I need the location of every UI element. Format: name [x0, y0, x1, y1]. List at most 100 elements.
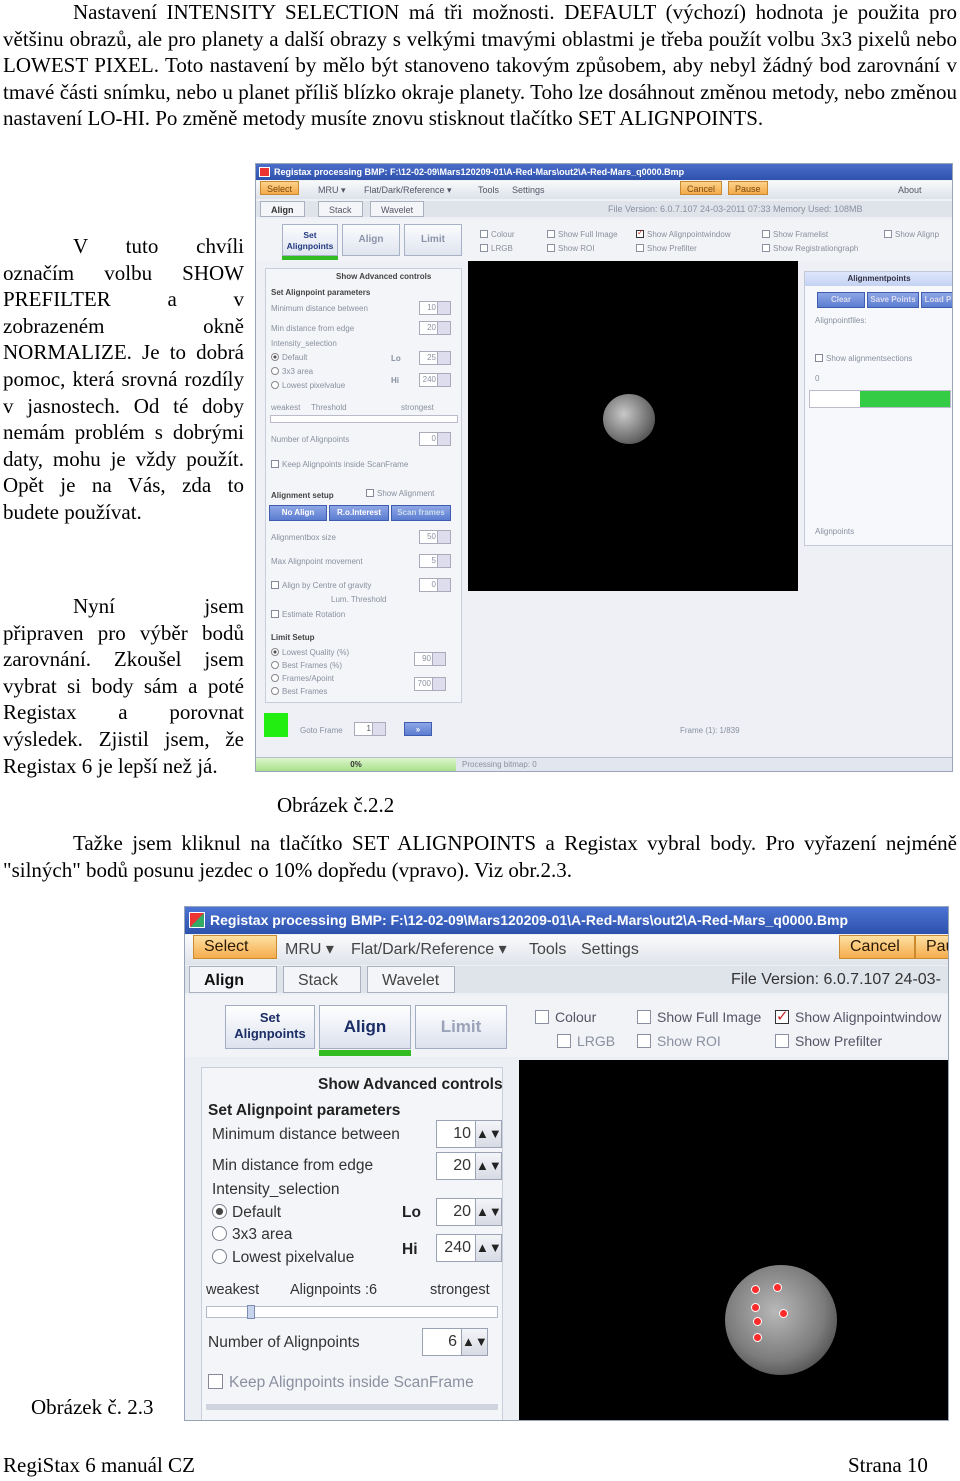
default-radio[interactable]: Default: [271, 353, 307, 362]
pause-button[interactable]: Pau: [915, 935, 948, 959]
tools-menu[interactable]: Tools: [478, 181, 499, 199]
lowest-pixelvalue-radio[interactable]: Lowest pixelvalue: [212, 1249, 354, 1267]
stepper-arrows-icon[interactable]: ▲▼: [461, 1329, 488, 1355]
cancel-button[interactable]: Cancel: [839, 935, 915, 959]
flat-dark-reference-menu[interactable]: Flat/Dark/Reference ▾: [364, 181, 452, 199]
show-prefilter-checkbox[interactable]: Show Prefilter: [775, 1033, 882, 1049]
alignpoint-list[interactable]: [809, 390, 951, 408]
lo-stepper[interactable]: 25: [419, 351, 451, 365]
show-full-image-checkbox[interactable]: Show Full Image: [547, 230, 618, 239]
lo-stepper[interactable]: 20 ▲▼: [436, 1198, 502, 1226]
pause-button[interactable]: Pause: [728, 181, 768, 195]
set-alignpoints-button[interactable]: Set Alignpoints: [225, 1005, 315, 1049]
cancel-button[interactable]: Cancel: [680, 181, 723, 195]
select-button[interactable]: Select: [260, 181, 300, 195]
alignmentbox-size-stepper[interactable]: 50: [419, 530, 451, 544]
alignpoint-marker[interactable]: [753, 1333, 762, 1342]
scan-frames-button[interactable]: Scan frames: [391, 505, 451, 521]
no-align-button[interactable]: No Align: [269, 505, 327, 521]
show-alignment-checkbox[interactable]: Show Alignp: [884, 230, 939, 239]
show-alignpointwindow-checkbox[interactable]: Show Alignpointwindow: [636, 230, 731, 239]
load-points-button[interactable]: Load P: [921, 292, 952, 308]
minimum-distance-stepper[interactable]: 10: [419, 301, 451, 315]
lrgb-checkbox[interactable]: LRGB: [480, 244, 513, 253]
lrgb-checkbox[interactable]: LRGB: [557, 1033, 615, 1049]
limit-button[interactable]: Limit: [415, 1005, 507, 1049]
keep-alignpoints-checkbox[interactable]: Keep Alignpoints inside ScanFrame: [271, 460, 408, 469]
3x3-area-radio[interactable]: 3x3 area: [212, 1226, 292, 1244]
colour-checkbox[interactable]: Colour: [535, 1009, 596, 1025]
alignpoint-marker[interactable]: [773, 1283, 782, 1292]
limit-button[interactable]: Limit: [404, 224, 462, 256]
show-framelist-checkbox[interactable]: Show Framelist: [762, 230, 828, 239]
show-advanced-controls[interactable]: Show Advanced controls: [318, 1076, 503, 1094]
colour-checkbox[interactable]: Colour: [480, 230, 515, 239]
stepper-arrows-icon[interactable]: ▲▼: [475, 1199, 502, 1225]
region-of-interest-button[interactable]: R.o.Interest: [329, 505, 389, 521]
alignpoint-marker[interactable]: [751, 1303, 760, 1312]
save-points-button[interactable]: Save Points: [867, 292, 919, 308]
show-roi-checkbox[interactable]: Show ROI: [547, 244, 594, 253]
show-prefilter-checkbox[interactable]: Show Prefilter: [636, 244, 697, 253]
goto-frame-button[interactable]: »: [404, 722, 432, 736]
image-preview[interactable]: [468, 261, 798, 591]
alignpoint-marker[interactable]: [751, 1285, 760, 1294]
default-radio[interactable]: Default: [212, 1204, 281, 1222]
3x3-area-radio[interactable]: 3x3 area: [271, 367, 313, 376]
tab-wavelet[interactable]: Wavelet: [367, 966, 455, 993]
alignpoint-marker[interactable]: [779, 1309, 788, 1318]
lowest-quality-stepper[interactable]: 90: [414, 652, 446, 666]
show-full-image-checkbox[interactable]: Show Full Image: [637, 1009, 761, 1025]
stepper-arrows-icon[interactable]: ▲▼: [475, 1121, 502, 1147]
tab-align[interactable]: Align: [189, 966, 277, 993]
alignpoint-marker[interactable]: [753, 1317, 762, 1326]
tab-wavelet[interactable]: Wavelet: [370, 201, 425, 217]
image-preview[interactable]: [519, 1060, 948, 1420]
tab-align[interactable]: Align: [260, 201, 305, 217]
number-of-alignpoints-stepper[interactable]: 0: [419, 432, 451, 446]
frames-per-apoint-radio[interactable]: Frames/Apoint: [271, 674, 334, 683]
tools-menu[interactable]: Tools: [529, 935, 566, 965]
clear-button[interactable]: Clear: [817, 292, 865, 308]
flat-dark-reference-menu[interactable]: Flat/Dark/Reference ▾: [351, 935, 507, 965]
goto-frame-stepper[interactable]: 1: [354, 722, 386, 736]
show-alignpointwindow-checkbox[interactable]: Show Alignpointwindow: [775, 1007, 941, 1025]
keep-alignpoints-checkbox[interactable]: Keep Alignpoints inside ScanFrame: [208, 1374, 474, 1392]
stepper-arrows-icon[interactable]: ▲▼: [475, 1235, 502, 1261]
mru-menu[interactable]: MRU ▾: [318, 181, 346, 199]
about-menu[interactable]: About: [898, 181, 922, 199]
lowest-quality-radio[interactable]: Lowest Quality (%): [271, 648, 349, 657]
centre-of-gravity-checkbox[interactable]: Align by Centre of gravity: [271, 581, 371, 590]
stepper-arrows-icon[interactable]: ▲▼: [475, 1153, 502, 1179]
panel-scrollbar[interactable]: [206, 1404, 498, 1410]
best-frames-percent-radio[interactable]: Best Frames (%): [271, 661, 342, 670]
show-advanced-controls[interactable]: Show Advanced controls: [336, 272, 431, 281]
select-button[interactable]: Select: [193, 935, 277, 959]
show-roi-checkbox[interactable]: Show ROI: [637, 1033, 721, 1049]
tab-stack[interactable]: Stack: [283, 966, 361, 993]
centre-of-gravity-stepper[interactable]: 0: [419, 578, 451, 592]
estimate-rotation-checkbox[interactable]: Estimate Rotation: [271, 610, 345, 619]
hi-stepper[interactable]: 240: [419, 373, 451, 387]
alignpoint-strength-slider[interactable]: [206, 1305, 498, 1319]
hi-stepper[interactable]: 240 ▲▼: [436, 1234, 502, 1262]
threshold-slider[interactable]: [270, 415, 458, 423]
lowest-pixelvalue-radio[interactable]: Lowest pixelvalue: [271, 381, 345, 390]
min-edge-distance-stepper[interactable]: 20: [419, 321, 451, 335]
align-button[interactable]: Align: [319, 1005, 411, 1049]
show-alignment-panel-checkbox[interactable]: Show Alignment: [366, 489, 434, 498]
number-of-alignpoints-stepper[interactable]: 6 ▲▼: [422, 1328, 488, 1356]
frames-per-apoint-stepper[interactable]: 700: [414, 677, 446, 691]
set-alignpoints-button[interactable]: Set Alignpoints: [282, 224, 338, 256]
max-alignpoint-movement-stepper[interactable]: 5: [419, 554, 451, 568]
settings-menu[interactable]: Settings: [581, 935, 639, 965]
mru-menu[interactable]: MRU ▾: [285, 935, 334, 965]
align-button[interactable]: Align: [342, 224, 400, 256]
tab-stack[interactable]: Stack: [318, 201, 363, 217]
best-frames-radio[interactable]: Best Frames: [271, 687, 327, 696]
show-registrationgraph-checkbox[interactable]: Show Registrationgraph: [762, 244, 858, 253]
minimum-distance-stepper[interactable]: 10 ▲▼: [436, 1120, 502, 1148]
show-alignmentsections-checkbox[interactable]: Show alignmentsections: [815, 354, 912, 363]
settings-menu[interactable]: Settings: [512, 181, 545, 199]
min-edge-distance-stepper[interactable]: 20 ▲▼: [436, 1152, 502, 1180]
